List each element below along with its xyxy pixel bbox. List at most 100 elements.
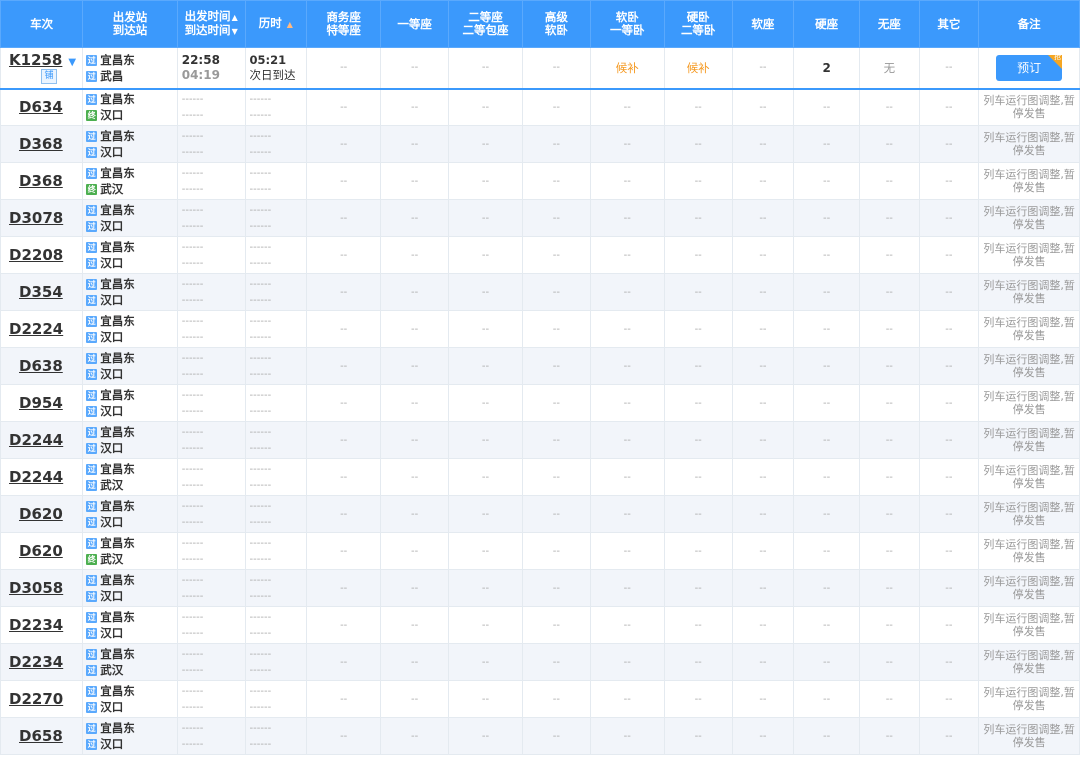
- pass-station-icon: 过: [86, 538, 98, 549]
- train-number-link[interactable]: D2224: [9, 320, 63, 338]
- from-station: 宜昌东: [100, 351, 135, 365]
- seat-soft-sleeper[interactable]: 候补: [589, 47, 665, 90]
- col-duration[interactable]: 历时 ▲: [244, 0, 308, 48]
- duration-cell: ------ ------: [244, 384, 308, 422]
- train-number-link[interactable]: D620: [19, 542, 63, 560]
- sort-up-icon[interactable]: ▲: [287, 20, 293, 29]
- train-cell: D368: [0, 162, 84, 200]
- seat-business: --: [306, 384, 382, 422]
- to-station: 武汉: [100, 478, 124, 492]
- train-number-link[interactable]: D658: [19, 727, 63, 745]
- seat-soft-sleeper: --: [589, 458, 665, 496]
- remark-cell: 列车运行图调整,暂停发售: [978, 384, 1080, 422]
- sort-up-icon[interactable]: ▲: [232, 13, 238, 22]
- train-number-link[interactable]: D368: [19, 135, 63, 153]
- seat-first: --: [380, 310, 449, 348]
- to-station: 汉口: [100, 404, 124, 418]
- seat-hard-seat: --: [793, 310, 861, 348]
- seat-business: --: [306, 125, 382, 163]
- col-first: 一等座: [380, 0, 449, 48]
- corner-badge-text: 抢: [1054, 52, 1062, 61]
- train-number-link[interactable]: D354: [19, 283, 63, 301]
- train-cell: D2234: [0, 606, 84, 644]
- seat-hard-sleeper[interactable]: 候补: [663, 47, 733, 90]
- table-row: D368 过宜昌东过汉口 ------ ------ ------ ------ -- -- -…: [0, 125, 1080, 163]
- train-number-link[interactable]: D620: [19, 505, 63, 523]
- train-number-link[interactable]: D2208: [9, 246, 63, 264]
- remark-cell: 列车运行图调整,暂停发售: [978, 125, 1080, 163]
- seat-hard-sleeper: --: [663, 680, 733, 718]
- seat-first: --: [380, 643, 449, 681]
- to-station: 汉口: [100, 700, 124, 714]
- train-number-link[interactable]: D368: [19, 172, 63, 190]
- seat-business: --: [306, 88, 382, 126]
- table-row: K1258 ▼ 铺 过宜昌东 过武昌 22:58 04:19 05:21 次日到达…: [0, 47, 1080, 90]
- depart-time: ------: [181, 279, 204, 290]
- seat-no-seat: --: [859, 347, 920, 385]
- seat-no-seat: --: [859, 199, 920, 237]
- duration: ------: [249, 575, 272, 586]
- train-number-link[interactable]: D954: [19, 394, 63, 412]
- station-cell: 过宜昌东过汉口: [82, 384, 178, 422]
- to-station: 武汉: [100, 663, 124, 677]
- duration: ------: [249, 316, 272, 327]
- seat-second: --: [448, 384, 523, 422]
- arrive-time: ------: [181, 295, 204, 306]
- seat-premium-sleeper: --: [521, 162, 591, 200]
- train-number-link[interactable]: D2244: [9, 431, 63, 449]
- pass-station-icon: 过: [86, 575, 98, 586]
- arrive-time: ------: [181, 258, 204, 269]
- chevron-down-icon[interactable]: ▼: [68, 57, 76, 68]
- seat-soft-seat: --: [731, 717, 795, 755]
- seat-premium-sleeper: --: [521, 347, 591, 385]
- seat-second: --: [448, 236, 523, 274]
- time-cell: ------ ------: [176, 236, 246, 274]
- time-cell: ------ ------: [176, 347, 246, 385]
- berth-icon[interactable]: 铺: [41, 69, 57, 85]
- seat-first: --: [380, 458, 449, 496]
- train-number-link[interactable]: D3078: [9, 209, 63, 227]
- seat-premium-sleeper: --: [521, 458, 591, 496]
- train-number-link[interactable]: D2244: [9, 468, 63, 486]
- from-station: 宜昌东: [100, 684, 135, 698]
- train-number-link[interactable]: K1258: [9, 51, 62, 69]
- duration: ------: [249, 94, 272, 106]
- seat-soft-sleeper: --: [589, 421, 665, 459]
- depart-time: ------: [181, 427, 204, 438]
- train-number-link[interactable]: D2270: [9, 690, 63, 708]
- duration: ------: [249, 242, 272, 253]
- from-station: 宜昌东: [100, 166, 135, 180]
- from-station: 宜昌东: [100, 314, 135, 328]
- sort-down-icon[interactable]: ▼: [232, 27, 238, 36]
- duration-cell: ------ ------: [244, 458, 308, 496]
- seat-soft-sleeper: --: [589, 88, 665, 126]
- seat-soft-sleeper: --: [589, 606, 665, 644]
- arrival-day: ------: [249, 480, 272, 491]
- depart-time: ------: [181, 316, 204, 327]
- seat-first: --: [380, 569, 449, 607]
- seat-other: --: [918, 532, 980, 570]
- train-number-link[interactable]: D2234: [9, 616, 63, 634]
- duration-cell: ------ ------: [244, 421, 308, 459]
- train-number-link[interactable]: D634: [19, 98, 63, 116]
- train-number-link[interactable]: D3058: [9, 579, 63, 597]
- seat-hard-sleeper: --: [663, 384, 733, 422]
- book-button[interactable]: 预订抢: [996, 52, 1063, 81]
- table-row: D368 过宜昌东终武汉 ------ ------ ------ ------ -- -- -…: [0, 162, 1080, 200]
- duration-cell: 05:21 次日到达: [244, 47, 308, 90]
- duration-cell: ------ ------: [244, 495, 308, 533]
- pass-station-icon: 过: [86, 665, 98, 676]
- duration-cell: ------ ------: [244, 569, 308, 607]
- depart-time: ------: [181, 612, 204, 623]
- col-times[interactable]: 出发时间▲ 到达时间▼: [176, 0, 246, 48]
- train-number-link[interactable]: D2234: [9, 653, 63, 671]
- remark-cell: 列车运行图调整,暂停发售: [978, 310, 1080, 348]
- depart-time: ------: [181, 723, 204, 734]
- seat-soft-sleeper: --: [589, 495, 665, 533]
- seat-premium-sleeper: --: [521, 125, 591, 163]
- seat-no-seat: --: [859, 88, 920, 126]
- train-number-link[interactable]: D638: [19, 357, 63, 375]
- table-row: D2208 过宜昌东过汉口 ------ ------ ------ ------ -- --…: [0, 236, 1080, 274]
- seat-soft-seat: --: [731, 88, 795, 126]
- depart-time: 22:58: [181, 52, 220, 67]
